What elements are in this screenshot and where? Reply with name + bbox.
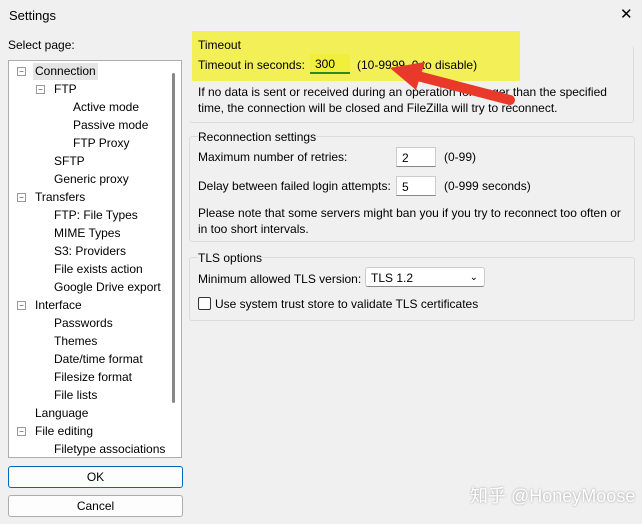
tree-item[interactable]: FTP Proxy — [71, 135, 131, 152]
retries-range: (0-99) — [444, 150, 477, 164]
tree-item[interactable]: SFTP — [52, 153, 87, 170]
tree-scrollbar[interactable] — [172, 73, 175, 403]
tree-item[interactable]: File editing — [33, 423, 95, 440]
tree-item[interactable]: Filetype associations — [52, 441, 167, 457]
watermark: 知乎 @HoneyMoose — [470, 486, 636, 506]
tree-item[interactable]: Generic proxy — [52, 171, 131, 188]
window-title: Settings — [9, 8, 56, 23]
tree-item[interactable]: S3: Providers — [52, 243, 128, 260]
tree-item[interactable]: Connection — [33, 63, 98, 80]
tree-item[interactable]: Themes — [52, 333, 99, 350]
tree-item[interactable]: FTP — [52, 81, 79, 98]
expand-icon[interactable]: − — [17, 193, 26, 202]
retries-label: Maximum number of retries: — [198, 150, 348, 164]
tree-item[interactable]: Filesize format — [52, 369, 134, 386]
tree-item[interactable]: FTP: File Types — [52, 207, 140, 224]
cancel-button[interactable]: Cancel — [8, 495, 183, 517]
chevron-down-icon: ⌄ — [469, 272, 478, 283]
tree-item[interactable]: MIME Types — [52, 225, 122, 242]
close-icon[interactable]: ✕ — [620, 5, 633, 23]
delay-range: (0-999 seconds) — [444, 179, 531, 193]
ok-button[interactable]: OK — [8, 466, 183, 488]
timeout-heading: Timeout — [198, 38, 241, 52]
page-tree[interactable]: − Connection − FTP Active mode Passive mode FT… — [8, 60, 182, 458]
tls-version-value: TLS 1.2 — [371, 271, 414, 285]
tree-item[interactable]: Active mode — [71, 99, 141, 116]
delay-input[interactable]: 5 — [396, 176, 436, 196]
tree-item[interactable]: Language — [33, 405, 90, 422]
tree-item[interactable]: Interface — [33, 297, 84, 314]
timeout-input[interactable]: 300 — [310, 54, 350, 74]
tls-min-label: Minimum allowed TLS version: — [198, 272, 362, 286]
select-page-label: Select page: — [8, 38, 75, 52]
retries-input[interactable]: 2 — [396, 147, 436, 167]
timeout-label: Timeout in seconds: — [198, 58, 305, 72]
tree-item[interactable]: Passwords — [52, 315, 115, 332]
expand-icon[interactable]: − — [17, 301, 26, 310]
tree-item[interactable]: Transfers — [33, 189, 87, 206]
tree-item[interactable]: Date/time format — [52, 351, 145, 368]
tree-item[interactable]: Passive mode — [71, 117, 150, 134]
expand-icon[interactable]: − — [17, 427, 26, 436]
reconnect-note: Please note that some servers might ban … — [198, 206, 621, 236]
tree-item[interactable]: Google Drive export — [52, 279, 163, 296]
tls-heading: TLS options — [198, 251, 263, 265]
delay-label: Delay between failed login attempts: — [198, 179, 391, 193]
expand-icon[interactable]: − — [17, 67, 26, 76]
trust-store-label: Use system trust store to validate TLS c… — [215, 297, 479, 311]
trust-store-checkbox[interactable] — [198, 297, 211, 310]
tls-version-select[interactable]: TLS 1.2 ⌄ — [365, 267, 485, 287]
arrow-annotation-icon — [390, 62, 515, 105]
tree-item[interactable]: File lists — [52, 387, 99, 404]
reconnect-heading: Reconnection settings — [198, 130, 317, 144]
expand-icon[interactable]: − — [36, 85, 45, 94]
tree-item[interactable]: File exists action — [52, 261, 145, 278]
